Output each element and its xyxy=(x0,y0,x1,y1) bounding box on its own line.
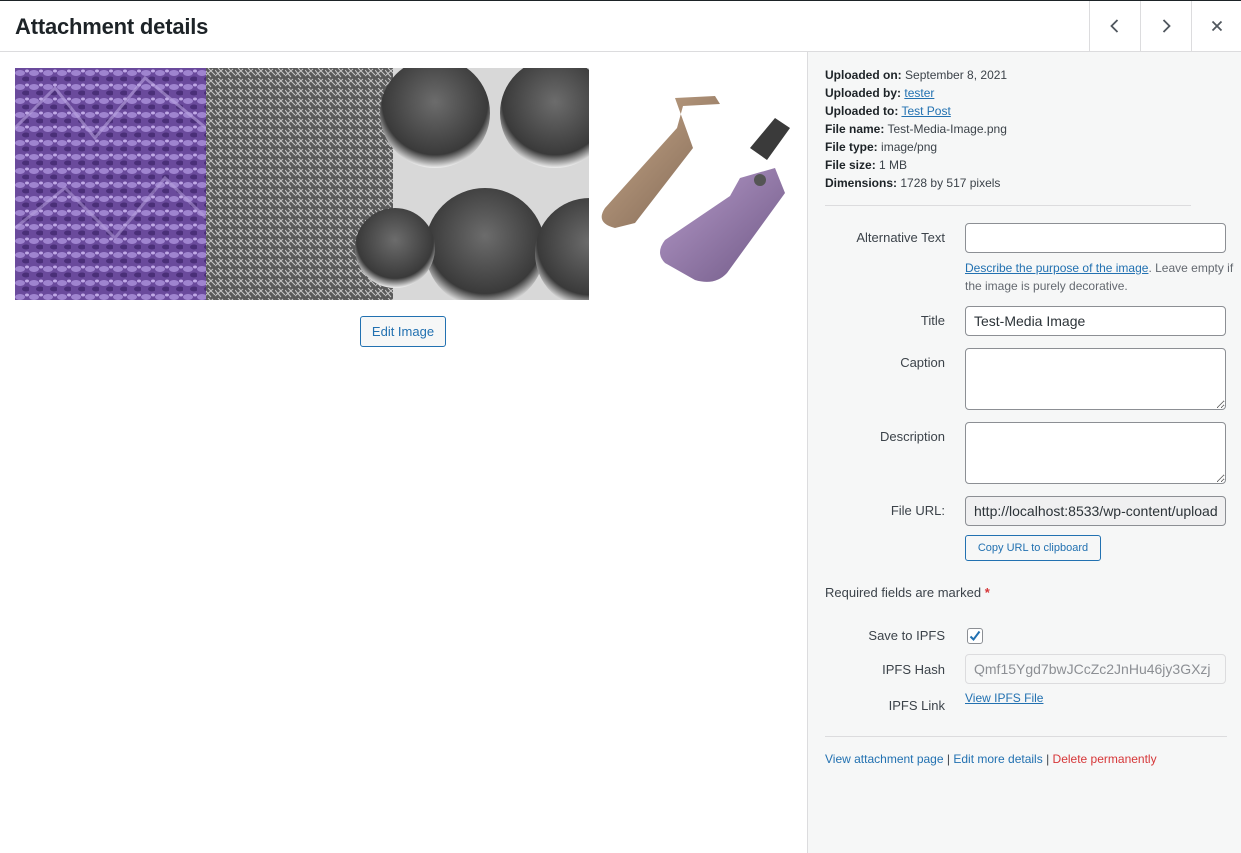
file-type-value: image/png xyxy=(881,140,938,154)
next-button[interactable] xyxy=(1140,1,1191,51)
modal-header: Attachment details xyxy=(0,1,1241,52)
title-input[interactable] xyxy=(965,306,1226,336)
description-label: Description xyxy=(879,429,945,444)
dimensions-row: Dimensions: 1728 by 517 pixels xyxy=(825,174,1007,192)
edit-more-details-link[interactable]: Edit more details xyxy=(953,752,1042,766)
chevron-left-icon xyxy=(1110,19,1119,33)
file-name-label: File name: xyxy=(825,122,885,136)
action-separator: | xyxy=(946,752,950,766)
save-to-ipfs-checkbox[interactable] xyxy=(967,628,983,644)
file-url-input[interactable] xyxy=(965,496,1226,526)
file-size-row: File size: 1 MB xyxy=(825,156,1007,174)
uploaded-to-label: Uploaded to: xyxy=(825,104,899,118)
caption-label: Caption xyxy=(900,355,945,370)
uploaded-by-link[interactable]: tester xyxy=(904,86,934,100)
dimensions-label: Dimensions: xyxy=(825,176,898,190)
view-ipfs-file-link[interactable]: View IPFS File xyxy=(965,691,1043,705)
ipfs-hash-input[interactable] xyxy=(965,654,1226,684)
close-icon xyxy=(1211,20,1222,32)
uploaded-to-row: Uploaded to: Test Post xyxy=(825,102,1007,120)
attachment-info-sidebar: Uploaded on: September 8, 2021 Uploaded … xyxy=(807,52,1241,853)
description-textarea[interactable] xyxy=(965,422,1226,484)
uploaded-on-label: Uploaded on: xyxy=(825,68,902,82)
alt-text-label: Alternative Text xyxy=(856,230,945,245)
describe-purpose-link[interactable]: Describe the purpose of the image xyxy=(965,261,1148,275)
modal-title: Attachment details xyxy=(15,14,209,39)
file-name-row: File name: Test-Media-Image.png xyxy=(825,120,1007,138)
required-fields-note: Required fields are marked * xyxy=(825,585,990,600)
attachment-media-view: Edit Image xyxy=(0,52,807,853)
uploaded-by-row: Uploaded by: tester xyxy=(825,84,1007,102)
chevron-right-icon xyxy=(1162,19,1171,33)
close-button[interactable] xyxy=(1191,1,1241,51)
divider xyxy=(825,205,1191,206)
alt-text-input[interactable] xyxy=(965,223,1226,253)
delete-permanently-link[interactable]: Delete permanently xyxy=(1053,752,1157,766)
ipfs-hash-label: IPFS Hash xyxy=(882,662,945,677)
alt-text-hint: Describe the purpose of the image. Leave… xyxy=(965,259,1235,295)
dimensions-value: 1728 by 517 pixels xyxy=(900,176,1001,190)
checkmark-icon xyxy=(969,630,981,642)
ipfs-link-label: IPFS Link xyxy=(888,698,945,713)
file-size-label: File size: xyxy=(825,158,876,172)
required-fields-text: Required fields are marked xyxy=(825,585,982,600)
title-label: Title xyxy=(920,313,945,328)
file-details: Uploaded on: September 8, 2021 Uploaded … xyxy=(825,66,1007,192)
attachment-actions: View attachment page | Edit more details… xyxy=(825,752,1157,766)
file-url-label: File URL: xyxy=(890,503,945,518)
file-size-value: 1 MB xyxy=(879,158,908,172)
view-attachment-page-link[interactable]: View attachment page xyxy=(825,752,944,766)
file-name-value: Test-Media-Image.png xyxy=(887,122,1007,136)
uploaded-on-row: Uploaded on: September 8, 2021 xyxy=(825,66,1007,84)
save-to-ipfs-label: Save to IPFS xyxy=(868,628,945,643)
previous-button[interactable] xyxy=(1089,1,1140,51)
file-type-label: File type: xyxy=(825,140,878,154)
file-type-row: File type: image/png xyxy=(825,138,1007,156)
caption-textarea[interactable] xyxy=(965,348,1226,410)
uploaded-on-value: September 8, 2021 xyxy=(905,68,1008,82)
attachment-preview-image xyxy=(15,68,791,300)
action-separator: | xyxy=(1046,752,1050,766)
edit-image-button[interactable]: Edit Image xyxy=(360,316,446,347)
uploaded-to-link[interactable]: Test Post xyxy=(901,104,950,118)
uploaded-by-label: Uploaded by: xyxy=(825,86,902,100)
divider xyxy=(825,736,1227,737)
copy-url-button[interactable]: Copy URL to clipboard xyxy=(965,535,1101,561)
attachment-details-modal: Attachment details Edit Image Uploaded o… xyxy=(0,0,1241,853)
required-star: * xyxy=(984,585,990,600)
